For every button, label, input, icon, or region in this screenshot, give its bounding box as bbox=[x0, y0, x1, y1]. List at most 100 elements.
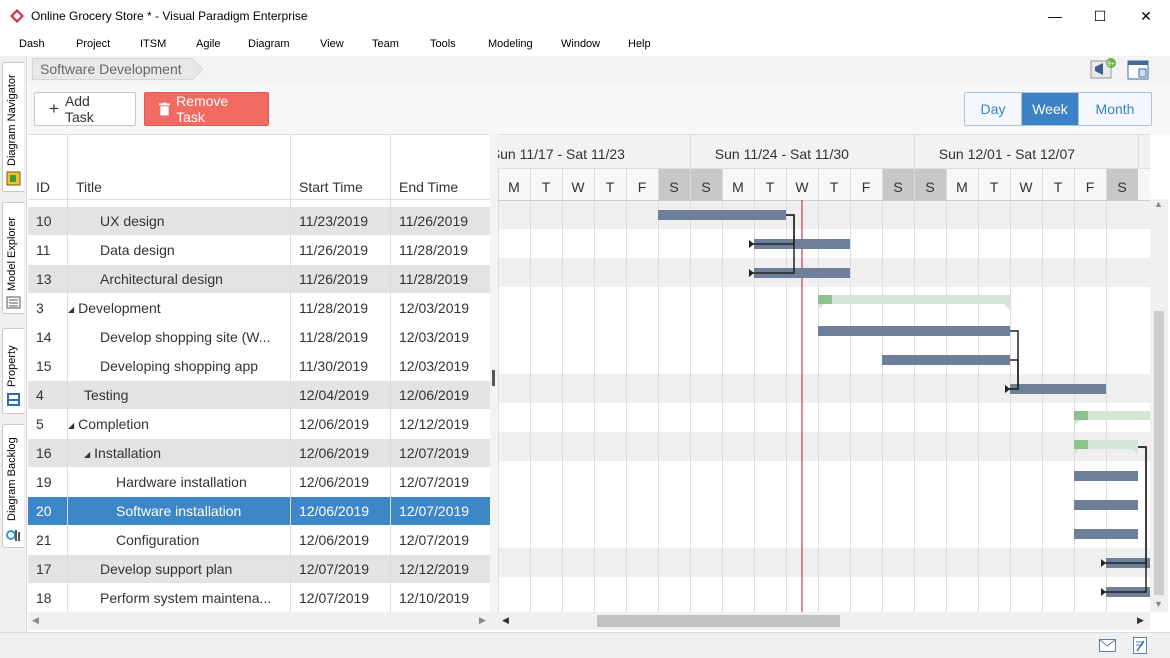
document-edit-icon[interactable] bbox=[1133, 637, 1147, 654]
maximize-button[interactable]: ☐ bbox=[1077, 0, 1123, 32]
table-row[interactable]: 18 Perform system maintena... 12/07/2019 12… bbox=[28, 584, 490, 613]
column-header-id[interactable]: ID bbox=[36, 179, 50, 195]
task-bar[interactable] bbox=[1074, 471, 1138, 481]
task-bar[interactable] bbox=[1074, 500, 1138, 510]
day-label: T bbox=[990, 179, 999, 195]
tab-diagram-backlog[interactable]: Diagram Backlog bbox=[2, 424, 24, 548]
tab-diagram-navigator[interactable]: Diagram Navigator bbox=[2, 62, 24, 192]
task-end-cell: 11/26/2019 bbox=[399, 213, 469, 229]
menu-itsm[interactable]: ITSM bbox=[140, 38, 166, 50]
task-bar[interactable] bbox=[818, 326, 1010, 336]
task-bar[interactable] bbox=[882, 355, 1010, 365]
horizontal-scrollbar[interactable]: ◀ ▶ ◀ ▶ bbox=[28, 612, 1150, 630]
menu-diagram[interactable]: Diagram bbox=[248, 38, 290, 50]
task-end-cell: 12/07/2019 bbox=[399, 532, 470, 548]
table-row[interactable]: 20 Software installation 12/06/2019 12/07/2… bbox=[28, 497, 490, 526]
expand-triangle-icon[interactable]: ◢ bbox=[84, 450, 90, 459]
table-row[interactable]: 21 Configuration 12/06/2019 12/07/2019 bbox=[28, 526, 490, 555]
gantt-scroll-right-icon[interactable]: ▶ bbox=[1137, 615, 1144, 626]
gantt-scroll-left-icon[interactable]: ◀ bbox=[502, 615, 509, 626]
table-row[interactable]: 13 Architectural design 11/26/2019 11/28/20… bbox=[28, 265, 490, 294]
grid-gantt-splitter[interactable] bbox=[490, 134, 498, 612]
remove-task-label: Remove Task bbox=[176, 93, 229, 125]
column-header-title[interactable]: Title bbox=[76, 179, 102, 195]
task-bar[interactable] bbox=[1010, 384, 1106, 394]
table-row[interactable]: 17 Develop support plan 12/07/2019 12/12/20… bbox=[28, 555, 490, 584]
menu-dash[interactable]: Dash bbox=[19, 38, 45, 50]
tab-model-explorer[interactable]: Model Explorer bbox=[2, 202, 24, 314]
view-month-button[interactable]: Month bbox=[1079, 93, 1151, 125]
column-header-end-time[interactable]: End Time bbox=[399, 179, 458, 195]
task-title-text: UX design bbox=[100, 213, 165, 229]
summary-bar[interactable] bbox=[818, 295, 1010, 304]
gantt-row-background bbox=[498, 490, 1150, 519]
task-end-cell: 11/28/2019 bbox=[399, 271, 469, 287]
tab-property[interactable]: Property bbox=[2, 328, 24, 414]
task-title-cell: Developing shopping app bbox=[100, 358, 286, 374]
scroll-down-icon[interactable]: ▼ bbox=[1154, 599, 1163, 609]
menu-project[interactable]: Project bbox=[76, 38, 110, 50]
task-start-cell: 12/06/2019 bbox=[299, 445, 370, 461]
notifications-button[interactable]: 9+ bbox=[1090, 58, 1118, 80]
week-label: Sun 12/01 - Sat 12/07 bbox=[939, 146, 1075, 162]
task-bar[interactable] bbox=[658, 210, 786, 220]
table-row[interactable]: 11 Data design 11/26/2019 11/28/2019 bbox=[28, 236, 490, 265]
view-week-button[interactable]: Week bbox=[1022, 93, 1079, 125]
task-end-cell: 12/03/2019 bbox=[399, 358, 470, 374]
table-row[interactable]: 15 Developing shopping app 11/30/2019 12/03… bbox=[28, 352, 490, 381]
menu-tools[interactable]: Tools bbox=[430, 38, 456, 50]
day-label: S bbox=[669, 179, 678, 195]
task-end-cell: 12/03/2019 bbox=[399, 300, 470, 316]
menu-help[interactable]: Help bbox=[628, 38, 651, 50]
task-title-text: Installation bbox=[94, 445, 162, 461]
scroll-up-icon[interactable]: ▲ bbox=[1154, 199, 1163, 209]
menu-view[interactable]: View bbox=[320, 38, 344, 50]
task-title-text: Develop support plan bbox=[100, 561, 233, 577]
task-id-cell: 18 bbox=[36, 590, 52, 606]
column-header-start-time[interactable]: Start Time bbox=[299, 179, 363, 195]
gantt-row-background bbox=[498, 200, 1150, 229]
menu-modeling[interactable]: Modeling bbox=[488, 38, 533, 50]
table-row[interactable]: 5 ◢ Completion 12/06/2019 12/12/2019 bbox=[28, 410, 490, 439]
menu-agile[interactable]: Agile bbox=[196, 38, 220, 50]
view-switch: Day Week Month bbox=[964, 92, 1152, 126]
expand-triangle-icon[interactable]: ◢ bbox=[68, 305, 74, 314]
grid-scroll-right-icon[interactable]: ▶ bbox=[479, 615, 486, 626]
task-start-cell: 12/06/2019 bbox=[299, 503, 370, 519]
expand-triangle-icon[interactable]: ◢ bbox=[68, 421, 74, 430]
add-task-button[interactable]: + Add Task bbox=[34, 92, 136, 126]
task-title-text: Architectural design bbox=[100, 271, 223, 287]
task-start-cell: 12/06/2019 bbox=[299, 532, 370, 548]
mail-icon[interactable] bbox=[1099, 639, 1116, 652]
breadcrumb-label: Software Development bbox=[40, 61, 182, 77]
table-row[interactable]: 10 UX design 11/23/2019 11/26/2019 bbox=[28, 207, 490, 236]
grid-scroll-left-icon[interactable]: ◀ bbox=[32, 615, 39, 626]
vertical-scroll-thumb[interactable] bbox=[1154, 311, 1164, 595]
task-id-cell: 10 bbox=[36, 213, 52, 229]
table-row[interactable]: 3 ◢ Development 11/28/2019 12/03/2019 bbox=[28, 294, 490, 323]
splitter-handle[interactable] bbox=[492, 370, 495, 386]
panel-layout-button[interactable] bbox=[1127, 60, 1149, 80]
close-button[interactable]: ✕ bbox=[1123, 0, 1169, 32]
task-id-cell: 14 bbox=[36, 329, 52, 345]
menu-team[interactable]: Team bbox=[372, 38, 399, 50]
vertical-scrollbar[interactable]: ▲ ▼ bbox=[1150, 199, 1168, 612]
gantt-row-background bbox=[498, 432, 1150, 461]
window-title: Online Grocery Store * - Visual Paradigm… bbox=[31, 9, 308, 23]
table-row[interactable]: 4 Testing 12/04/2019 12/06/2019 bbox=[28, 381, 490, 410]
task-title-cell: Software installation bbox=[116, 503, 286, 519]
table-row[interactable]: 14 Develop shopping site (W... 11/28/2019 1… bbox=[28, 323, 490, 352]
table-row[interactable]: 19 Hardware installation 12/06/2019 12/07/2… bbox=[28, 468, 490, 497]
breadcrumb[interactable]: Software Development bbox=[32, 58, 193, 80]
summary-bar-progress bbox=[1074, 440, 1088, 449]
remove-task-button[interactable]: Remove Task bbox=[144, 92, 269, 126]
minimize-button[interactable]: — bbox=[1032, 0, 1078, 32]
table-row[interactable]: 16 ◢ Installation 12/06/2019 12/07/2019 bbox=[28, 439, 490, 468]
task-end-cell: 12/07/2019 bbox=[399, 503, 470, 519]
horizontal-scroll-thumb[interactable] bbox=[597, 615, 840, 627]
view-day-button[interactable]: Day bbox=[965, 93, 1022, 125]
task-start-cell: 12/07/2019 bbox=[299, 561, 370, 577]
task-start-cell: 11/26/2019 bbox=[299, 271, 369, 287]
menu-window[interactable]: Window bbox=[561, 38, 600, 50]
task-bar[interactable] bbox=[1074, 529, 1138, 539]
